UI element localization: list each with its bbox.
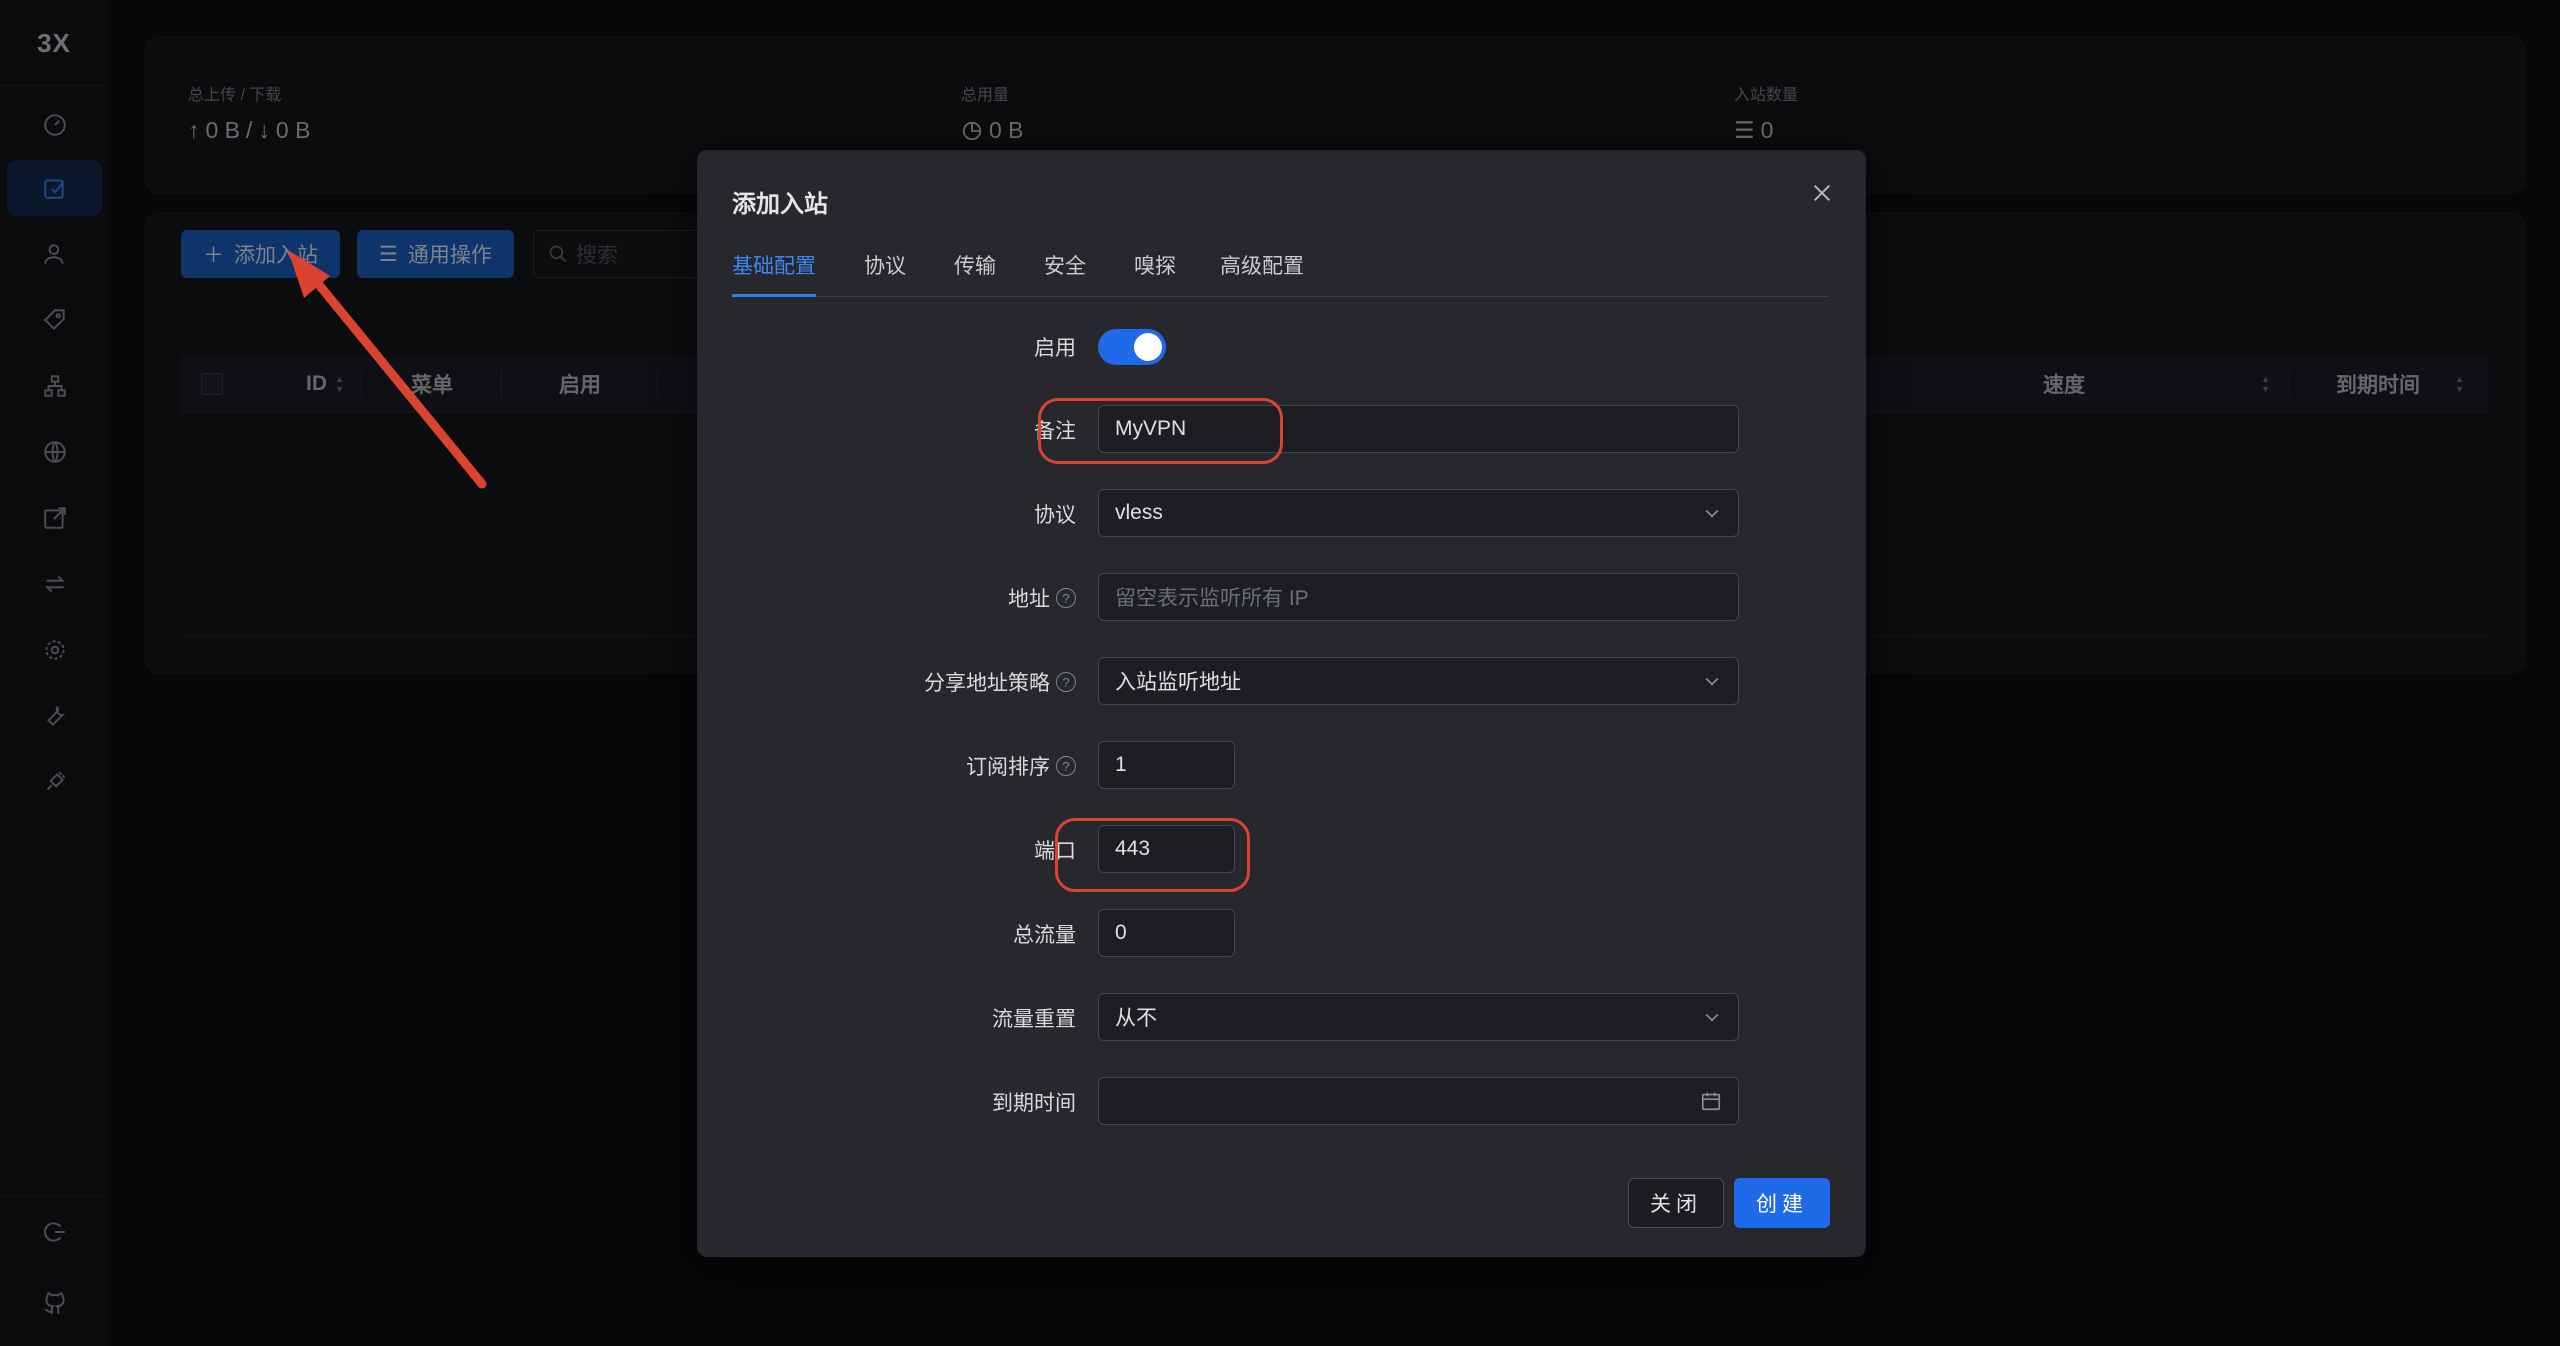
create-button[interactable]: 创建 (1734, 1178, 1830, 1228)
help-icon[interactable]: ? (1056, 756, 1076, 776)
tab-protocol[interactable]: 协议 (864, 250, 906, 297)
sub-order-label: 订阅排序? (966, 751, 1076, 781)
traffic-reset-label-text: 流量重置 (992, 1008, 1076, 1031)
help-icon[interactable]: ? (1056, 588, 1076, 608)
protocol-select[interactable]: vless (1098, 489, 1739, 537)
address-placeholder: 留空表示监听所有 IP (1115, 587, 1309, 610)
total-traffic-field[interactable]: 0 (1098, 909, 1235, 957)
active-tab-indicator (732, 294, 816, 297)
enable-label: 启用 (1034, 332, 1076, 362)
sub-order-field[interactable]: 1 (1098, 741, 1235, 789)
traffic-reset-select[interactable]: 从不 (1098, 993, 1739, 1041)
expiry-date-picker[interactable] (1098, 1077, 1739, 1125)
share-policy-label: 分享地址策略? (924, 667, 1076, 697)
tab-sniffing[interactable]: 嗅探 (1134, 250, 1176, 297)
share-policy-select[interactable]: 入站监听地址 (1098, 657, 1739, 705)
address-field[interactable]: 留空表示监听所有 IP (1098, 573, 1739, 621)
share-policy-value: 入站监听地址 (1115, 671, 1241, 694)
modal-title: 添加入站 (732, 191, 828, 218)
toggle-knob (1134, 333, 1162, 361)
protocol-label: 协议 (1034, 499, 1076, 529)
chevron-down-icon (1705, 677, 1719, 686)
chevron-down-icon (1705, 1013, 1719, 1022)
help-icon[interactable]: ? (1056, 672, 1076, 692)
chevron-down-icon (1705, 509, 1719, 518)
remark-highlight-annotation (1038, 398, 1283, 464)
address-label: 地址? (1008, 583, 1076, 613)
share-policy-label-text: 分享地址策略 (924, 672, 1050, 695)
modal-tabs: 基础配置 协议 传输 安全 嗅探 高级配置 (732, 250, 1829, 297)
sub-order-value: 1 (1115, 753, 1127, 776)
tab-security[interactable]: 安全 (1044, 250, 1086, 297)
expiry-label-text: 到期时间 (992, 1092, 1076, 1115)
close-button[interactable]: 关闭 (1628, 1178, 1724, 1228)
total-traffic-value: 0 (1115, 921, 1127, 944)
sub-order-label-text: 订阅排序 (966, 756, 1050, 779)
expiry-label: 到期时间 (992, 1087, 1076, 1117)
enable-toggle[interactable] (1098, 329, 1166, 365)
address-label-text: 地址 (1008, 588, 1050, 611)
enable-label-text: 启用 (1034, 337, 1076, 360)
close-icon (1814, 185, 1830, 201)
traffic-reset-label: 流量重置 (992, 1003, 1076, 1033)
port-highlight-annotation (1055, 818, 1250, 892)
total-traffic-label: 总流量 (1013, 919, 1076, 949)
add-inbound-modal: 添加入站 基础配置 协议 传输 安全 嗅探 高级配置 启用 备注 MyVPN 协… (697, 150, 1866, 1257)
calendar-icon (1701, 1092, 1721, 1111)
tab-advanced[interactable]: 高级配置 (1220, 250, 1304, 297)
total-traffic-label-text: 总流量 (1013, 924, 1076, 947)
traffic-reset-value: 从不 (1115, 1007, 1157, 1030)
modal-close-button[interactable] (1807, 178, 1837, 208)
tab-transport[interactable]: 传输 (954, 250, 996, 297)
protocol-label-text: 协议 (1034, 504, 1076, 527)
protocol-value: vless (1115, 501, 1163, 524)
tab-basic[interactable]: 基础配置 (732, 250, 816, 297)
